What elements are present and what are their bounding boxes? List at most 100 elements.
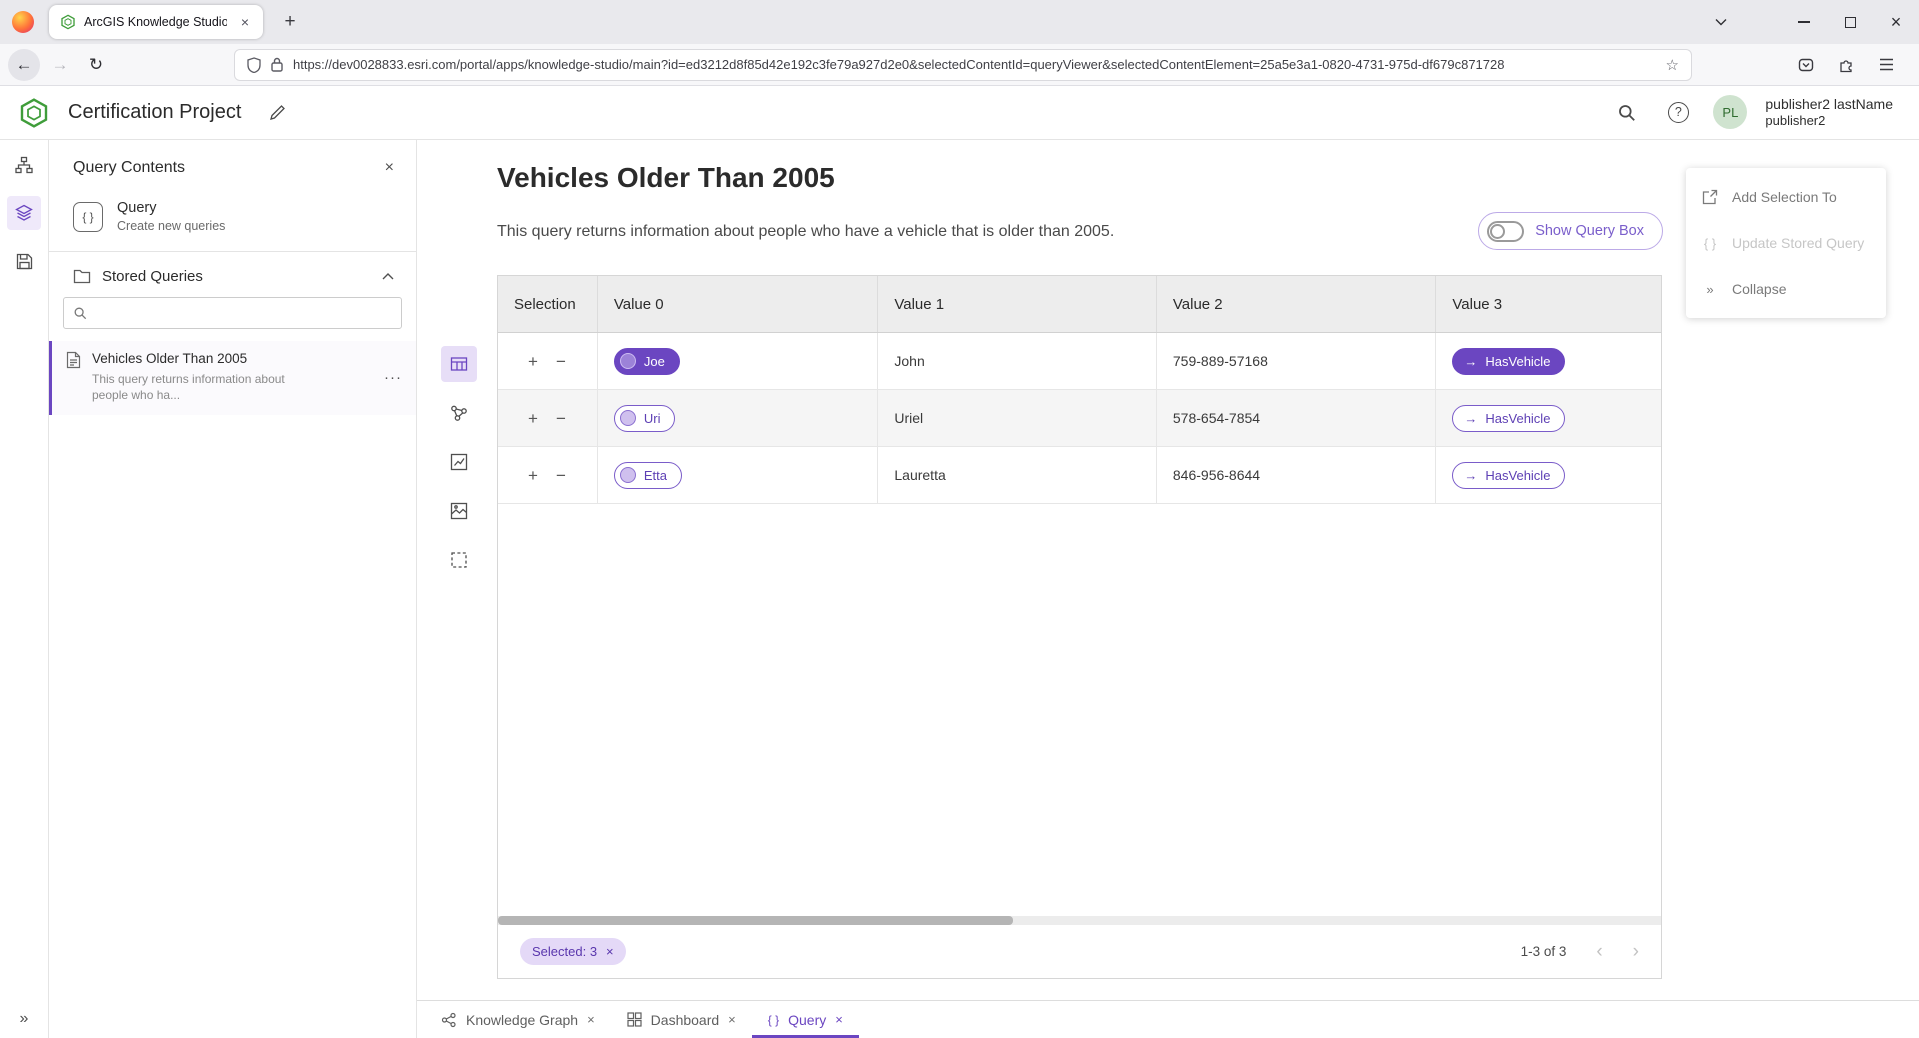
- menu-hamburger-icon[interactable]: [1871, 49, 1901, 81]
- relationship-label: HasVehicle: [1485, 411, 1550, 426]
- search-input[interactable]: [94, 306, 392, 321]
- back-button[interactable]: ←: [8, 49, 40, 81]
- relationship-pill[interactable]: → HasVehicle: [1452, 348, 1565, 375]
- entity-pill[interactable]: Joe: [614, 348, 680, 375]
- scrollbar-thumb[interactable]: [498, 916, 1013, 925]
- table-row[interactable]: + − Etta Lauretta 846-956-8644 → HasVehi…: [498, 447, 1661, 504]
- column-header: Selection: [498, 276, 598, 332]
- query-braces-icon: { }: [73, 202, 103, 232]
- horizontal-scrollbar[interactable]: [498, 916, 1661, 925]
- new-tab-button[interactable]: +: [275, 7, 305, 37]
- tab-query[interactable]: { } Query ×: [752, 1001, 859, 1038]
- content-tabs-bar: Knowledge Graph × Dashboard × { } Query …: [417, 1000, 1919, 1038]
- stored-query-item[interactable]: Vehicles Older Than 2005 This query retu…: [49, 341, 416, 415]
- item-options-ellipsis-icon[interactable]: ···: [384, 369, 402, 386]
- panel-header: Query Contents ×: [49, 140, 416, 196]
- table-row[interactable]: + − Uri Uriel 578-654-7854 → HasVehicle: [498, 390, 1661, 447]
- tab-close-icon[interactable]: ×: [835, 1012, 843, 1027]
- url-bar[interactable]: https://dev0028833.esri.com/portal/apps/…: [234, 49, 1692, 81]
- show-query-box-toggle[interactable]: Show Query Box: [1478, 212, 1663, 250]
- user-info[interactable]: publisher2 lastName publisher2: [1765, 95, 1893, 130]
- chart-view-icon[interactable]: [441, 444, 477, 480]
- next-page-chevron-icon[interactable]: ›: [1633, 942, 1639, 961]
- tab-close-icon[interactable]: ×: [728, 1012, 736, 1027]
- previous-page-chevron-icon[interactable]: ‹: [1596, 942, 1602, 961]
- toggle-switch[interactable]: [1487, 221, 1524, 242]
- relationship-label: HasVehicle: [1485, 354, 1550, 369]
- tab-dashboard[interactable]: Dashboard ×: [611, 1001, 752, 1038]
- user-avatar[interactable]: PL: [1713, 95, 1747, 129]
- menu-item-label: Collapse: [1732, 281, 1786, 297]
- arrow-right-icon: →: [1464, 412, 1477, 425]
- tab-close-icon[interactable]: ×: [587, 1012, 595, 1027]
- arrow-right-icon: →: [1464, 469, 1477, 482]
- expand-panel-chevrons-icon[interactable]: »: [0, 1010, 48, 1028]
- column-header: Value 2: [1157, 276, 1437, 332]
- clear-selection-close-icon[interactable]: ×: [606, 944, 614, 959]
- table-row[interactable]: + − Joe John 759-889-57168 → HasVehicle: [498, 333, 1661, 390]
- reload-button[interactable]: ↻: [80, 49, 112, 81]
- padlock-icon[interactable]: [271, 57, 283, 72]
- browser-tab[interactable]: ArcGIS Knowledge Studio ×: [49, 5, 263, 39]
- bookmark-star-icon[interactable]: ☆: [1666, 56, 1679, 74]
- user-username: publisher2: [1765, 113, 1893, 130]
- show-query-box-label: Show Query Box: [1535, 223, 1644, 239]
- tab-knowledge-graph[interactable]: Knowledge Graph ×: [425, 1001, 611, 1038]
- entity-pill[interactable]: Etta: [614, 462, 682, 489]
- tracking-shield-icon[interactable]: [247, 57, 261, 73]
- value2-cell: 846-956-8644: [1157, 447, 1437, 503]
- browser-navbar: ← → ↻ https://dev0028833.esri.com/portal…: [0, 44, 1919, 86]
- collapse-section-chevron-up-icon[interactable]: [382, 273, 394, 280]
- search-icon[interactable]: [1609, 95, 1643, 129]
- map-view-icon[interactable]: [441, 493, 477, 529]
- tab-label: Dashboard: [651, 1012, 720, 1028]
- firefox-logo-icon[interactable]: [12, 11, 34, 33]
- relationship-cell: → HasVehicle: [1436, 333, 1661, 389]
- save-icon[interactable]: [7, 244, 41, 278]
- row-selection-cell: + −: [498, 333, 598, 389]
- help-icon[interactable]: ?: [1661, 95, 1695, 129]
- data-model-icon[interactable]: [7, 148, 41, 182]
- relationship-pill[interactable]: → HasVehicle: [1452, 462, 1565, 489]
- panel-close-icon[interactable]: ×: [385, 159, 394, 177]
- selected-count-chip[interactable]: Selected: 3 ×: [520, 938, 626, 965]
- remove-from-selection-minus-icon[interactable]: −: [556, 467, 566, 484]
- tab-close-icon[interactable]: ×: [235, 12, 255, 32]
- stored-queries-header[interactable]: Stored Queries: [49, 252, 416, 295]
- relationship-pill[interactable]: → HasVehicle: [1452, 405, 1565, 432]
- window-close-button[interactable]: ×: [1873, 0, 1919, 44]
- entity-pill[interactable]: Uri: [614, 405, 676, 432]
- tabs-list-chevron-icon[interactable]: [1703, 0, 1739, 44]
- window-maximize-button[interactable]: [1827, 0, 1873, 44]
- remove-from-selection-minus-icon[interactable]: −: [556, 410, 566, 427]
- stored-query-file-icon: [66, 351, 81, 403]
- selection-view-icon[interactable]: [441, 542, 477, 578]
- link-chart-view-icon[interactable]: [441, 395, 477, 431]
- arrow-right-icon: →: [1464, 355, 1477, 368]
- remove-from-selection-minus-icon[interactable]: −: [556, 353, 566, 370]
- pagination-range-label: 1-3 of 3: [1521, 944, 1567, 959]
- entity-label: Etta: [644, 468, 667, 483]
- save-to-pocket-icon[interactable]: [1791, 49, 1821, 81]
- url-text[interactable]: https://dev0028833.esri.com/portal/apps/…: [293, 57, 1656, 72]
- add-to-selection-plus-icon[interactable]: +: [528, 353, 538, 370]
- add-to-selection-plus-icon[interactable]: +: [528, 410, 538, 427]
- panel-title: Query Contents: [73, 159, 385, 177]
- knowledge-graph-icon: [441, 1012, 457, 1028]
- window-controls: ×: [1703, 0, 1919, 44]
- add-to-selection-plus-icon[interactable]: +: [528, 467, 538, 484]
- menu-item-collapse[interactable]: » Collapse: [1686, 266, 1886, 312]
- query-contents-panel: Query Contents × { } Query Create new qu…: [49, 140, 417, 1038]
- contents-layers-icon[interactable]: [7, 196, 41, 230]
- extensions-puzzle-icon[interactable]: [1831, 49, 1861, 81]
- new-query-item[interactable]: { } Query Create new queries: [49, 196, 416, 251]
- edit-title-pencil-icon[interactable]: [269, 104, 286, 121]
- entity-dot-icon: [620, 353, 636, 369]
- stored-queries-search[interactable]: [63, 297, 402, 329]
- column-header: Value 1: [878, 276, 1157, 332]
- entity-dot-icon: [620, 467, 636, 483]
- entity-cell: Etta: [598, 447, 879, 503]
- window-minimize-button[interactable]: [1781, 0, 1827, 44]
- menu-item-add-selection-to[interactable]: Add Selection To: [1686, 174, 1886, 220]
- table-view-icon[interactable]: [441, 346, 477, 382]
